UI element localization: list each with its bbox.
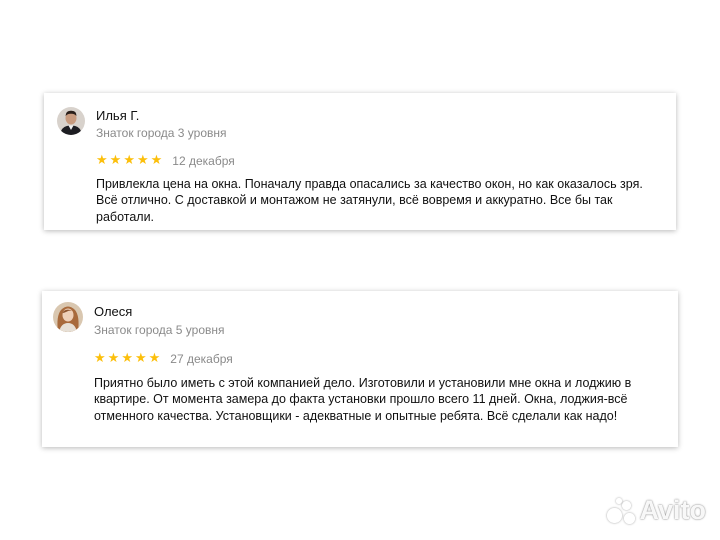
avatar[interactable] — [57, 107, 85, 135]
review-date: 12 декабря — [172, 154, 235, 168]
rating: ★ ★ ★ ★ ★ 27 декабря — [94, 352, 233, 367]
watermark-text: Avito — [639, 495, 707, 525]
avatar[interactable] — [53, 302, 83, 332]
review-card: Олеся Знаток города 5 уровня ★ ★ ★ ★ ★ 2… — [42, 291, 678, 447]
star-icon: ★ — [136, 153, 149, 168]
star-icon: ★ — [123, 153, 135, 168]
avito-watermark: Avito — [606, 495, 707, 526]
star-icon: ★ — [134, 351, 147, 366]
review-text: Привлекла цена на окна. Поначалу правда … — [96, 177, 643, 224]
star-icon: ★ — [148, 351, 161, 366]
reviewer-name[interactable]: Олеся — [94, 304, 132, 319]
star-icon: ★ — [150, 153, 163, 168]
star-icon: ★ — [121, 351, 133, 366]
review-card: Илья Г. Знаток города 3 уровня ★ ★ ★ ★ ★… — [44, 93, 676, 230]
rating-stars: ★ ★ ★ ★ ★ — [94, 352, 160, 366]
review-date: 27 декабря — [170, 352, 233, 366]
review-text: Приятно было иметь с этой компанией дело… — [94, 376, 632, 423]
reviewer-level: Знаток города 5 уровня — [94, 323, 225, 337]
rating: ★ ★ ★ ★ ★ 12 декабря — [96, 154, 235, 169]
reviewer-name[interactable]: Илья Г. — [96, 108, 139, 123]
star-icon: ★ — [107, 351, 120, 366]
avito-logo-icon — [606, 497, 637, 524]
star-icon: ★ — [109, 153, 122, 168]
star-icon: ★ — [94, 351, 106, 366]
star-icon: ★ — [96, 153, 108, 168]
reviewer-level: Знаток города 3 уровня — [96, 126, 227, 140]
rating-stars: ★ ★ ★ ★ ★ — [96, 154, 162, 168]
